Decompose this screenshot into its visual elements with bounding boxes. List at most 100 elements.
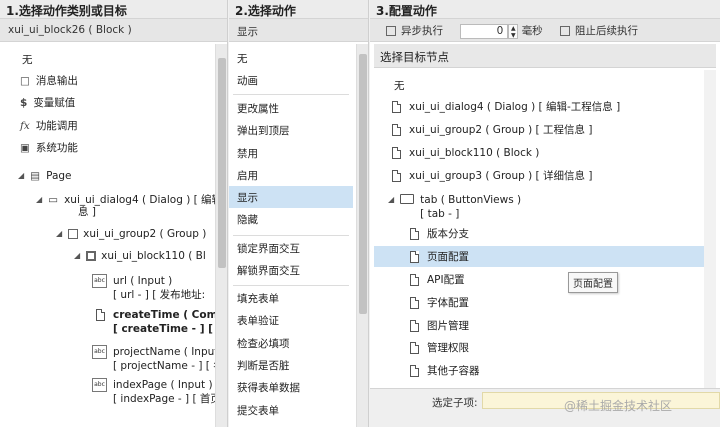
function-icon: fx: [20, 120, 30, 132]
category-system[interactable]: ▣ 系统功能: [20, 141, 78, 155]
tab-child[interactable]: 图片管理: [410, 319, 469, 333]
target-dialog4[interactable]: xui_ui_dialog4 ( Dialog ) [ 编辑-工程信息 ]: [392, 100, 620, 114]
scrollbar-thumb[interactable]: [218, 58, 226, 268]
input-icon: abc: [92, 345, 107, 359]
action-panel: 2.选择动作 显示 无 动画 更改属性 弹出到顶层 禁用 启用 显示 隐藏 锁定…: [229, 0, 369, 427]
document-icon: [392, 101, 401, 113]
config-panel: 3.配置动作 异步执行 0 ▲ ▼ 毫秒 阻止后续执行 选择目标节点 无 xui_u…: [370, 0, 720, 427]
divider: [233, 235, 349, 236]
message-icon: □: [20, 75, 30, 87]
expand-icon[interactable]: ◢: [388, 193, 394, 207]
action-check-required[interactable]: 检查必填项: [229, 332, 353, 354]
panel-title: 2.选择动作: [229, 0, 368, 19]
tab-child[interactable]: 其他子容器: [410, 364, 480, 378]
action-submit-form[interactable]: 提交表单: [229, 399, 353, 421]
delay-input[interactable]: 0: [460, 23, 509, 39]
tab-child-selected[interactable]: 页面配置: [410, 250, 469, 264]
action-validate-form[interactable]: 表单验证: [229, 309, 353, 331]
document-icon: [410, 365, 419, 377]
tree-projectname[interactable]: abc projectName ( Input[ projectName - ] …: [92, 345, 224, 373]
target-none[interactable]: 无: [394, 79, 405, 93]
expand-icon[interactable]: ◢: [74, 249, 80, 263]
target-category-panel: 1.选择动作类别或目标 xui_ui_block26 ( Block ) 无 □…: [0, 0, 228, 427]
delay-spinner[interactable]: ▲ ▼: [508, 23, 519, 39]
selected-child-label: 选定子项:: [432, 397, 478, 409]
tooltip: 页面配置: [568, 272, 618, 293]
expand-icon[interactable]: ◢: [18, 169, 24, 183]
tab-child[interactable]: API配置: [410, 273, 465, 287]
async-checkbox[interactable]: [386, 26, 396, 36]
input-icon: abc: [92, 378, 107, 392]
input-icon: abc: [92, 274, 107, 288]
action-fill-form[interactable]: 填充表单: [229, 287, 353, 309]
stop-label: 阻止后续执行: [575, 25, 639, 37]
document-icon: [392, 124, 401, 136]
document-icon: [410, 342, 419, 354]
section-title: 选择目标节点: [374, 44, 716, 68]
document-icon: [96, 309, 105, 321]
category-none[interactable]: 无: [22, 53, 33, 67]
action-is-dirty[interactable]: 判断是否脏: [229, 354, 353, 376]
tab-child[interactable]: 版本分支: [410, 227, 469, 241]
action-show[interactable]: 显示: [229, 186, 353, 208]
tab-child[interactable]: 字体配置: [410, 296, 469, 310]
panel-title: 1.选择动作类别或目标: [0, 0, 227, 19]
page-icon: ▤: [30, 170, 41, 182]
tree-dialog[interactable]: ◢ ▭ xui_ui_dialog4 ( Dialog ) [ 编辑: [36, 193, 222, 207]
action-get-form-data[interactable]: 获得表单数据: [229, 376, 353, 398]
dialog-icon: ▭: [48, 194, 59, 206]
scrollbar-thumb[interactable]: [359, 54, 367, 314]
action-popup-top[interactable]: 弹出到顶层: [229, 119, 353, 141]
target-group3[interactable]: xui_ui_group3 ( Group ) [ 详细信息 ]: [392, 169, 592, 183]
divider: [233, 285, 349, 286]
target-tab[interactable]: ◢ tab ( ButtonViews )[ tab - ]: [388, 193, 521, 221]
expand-icon[interactable]: ◢: [56, 227, 62, 241]
tree-block[interactable]: ◢ xui_ui_block110 ( Bl: [74, 249, 206, 263]
options-bar: 异步执行 0 ▲ ▼ 毫秒 阻止后续执行: [370, 19, 720, 42]
scrollbar[interactable]: [356, 44, 368, 427]
action-unlock-ui[interactable]: 解锁界面交互: [229, 259, 353, 281]
document-icon: [410, 320, 419, 332]
target-block110[interactable]: xui_ui_block110 ( Block ): [392, 146, 539, 160]
action-hide[interactable]: 隐藏: [229, 208, 353, 230]
target-group2[interactable]: xui_ui_group2 ( Group ) [ 工程信息 ]: [392, 123, 592, 137]
document-icon: [392, 170, 401, 182]
tree-page[interactable]: ◢ ▤ Page: [18, 169, 72, 183]
document-icon: [410, 274, 419, 286]
stop-checkbox[interactable]: [560, 26, 571, 36]
block-icon: [86, 251, 97, 261]
action-enable[interactable]: 启用: [229, 164, 353, 186]
group-icon: [68, 229, 79, 239]
system-icon: ▣: [20, 142, 30, 154]
divider: [233, 94, 349, 95]
category-function[interactable]: fx 功能调用: [20, 119, 78, 133]
action-disable[interactable]: 禁用: [229, 142, 353, 164]
document-icon: [392, 147, 401, 159]
tree-indexpage[interactable]: abc indexPage ( Input )[ indexPage - ] [ …: [92, 378, 221, 406]
dollar-icon: $: [20, 97, 28, 109]
action-none[interactable]: 无: [229, 47, 353, 69]
unit-label: 毫秒: [521, 25, 543, 37]
category-variable[interactable]: $ 变量赋值: [20, 96, 75, 110]
tree-dialog-cont: 息 ]: [78, 206, 96, 218]
footer: 选定子项: @稀土掘金技术社区: [370, 388, 720, 427]
tree-createtime[interactable]: createTime ( Coml[ createTime - ] [ t: [96, 308, 222, 336]
scrollbar[interactable]: [215, 44, 227, 427]
category-message[interactable]: □ 消息输出: [20, 74, 78, 88]
panel-title: 3.配置动作: [370, 0, 720, 19]
action-animate[interactable]: 动画: [229, 69, 353, 91]
action-change-property[interactable]: 更改属性: [229, 97, 353, 119]
expand-icon[interactable]: ◢: [36, 193, 42, 207]
tree-group[interactable]: ◢ xui_ui_group2 ( Group ): [56, 227, 206, 241]
document-icon: [410, 297, 419, 309]
async-label: 异步执行: [401, 25, 443, 37]
current-target: xui_ui_block26 ( Block ): [0, 19, 227, 42]
current-action: 显示: [229, 19, 368, 42]
document-icon: [410, 251, 419, 263]
tab-child[interactable]: 管理权限: [410, 341, 469, 355]
document-icon: [410, 228, 419, 240]
folder-icon: [400, 194, 415, 204]
scrollbar[interactable]: [704, 70, 716, 388]
tree-url[interactable]: abc url ( Input )[ url - ] [ 发布地址:: [92, 274, 205, 302]
action-lock-ui[interactable]: 锁定界面交互: [229, 237, 353, 259]
